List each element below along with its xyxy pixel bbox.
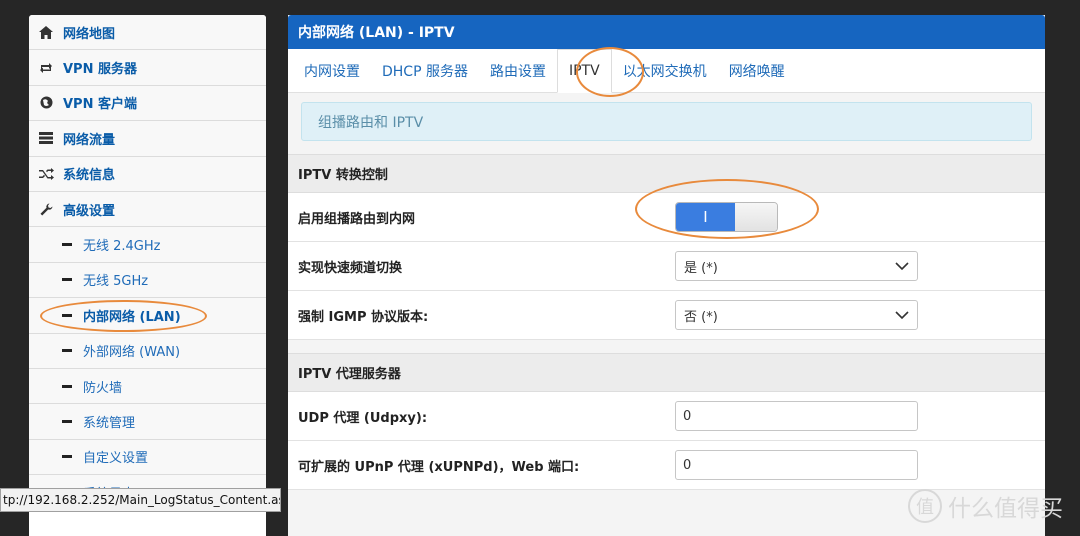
sidebar-item-label: 网络地图: [63, 26, 116, 42]
dash-icon: [62, 313, 72, 317]
sidebar-subitem-wireless-5[interactable]: 无线 5GHz: [29, 262, 266, 299]
sidebar-subitem-lan[interactable]: 内部网络 (LAN): [29, 298, 266, 334]
shuffle-icon: [29, 167, 63, 180]
row-multicast-routing: 启用组播路由到内网 I: [288, 193, 1045, 242]
select-value: 是 (*): [684, 260, 718, 276]
tab-wol[interactable]: 网络唤醒: [718, 49, 796, 93]
toggle-on-indicator: I: [676, 203, 735, 231]
sidebar-subitem-custom[interactable]: 自定义设置: [29, 439, 266, 476]
sidebar-subitem-label: 外部网络 (WAN): [83, 345, 181, 361]
row-label: 实现快速频道切换: [298, 260, 403, 276]
sidebar-item-network-map[interactable]: 网络地图: [29, 15, 266, 51]
sidebar-item-label: VPN 客户端: [63, 97, 137, 113]
tab-dhcp[interactable]: DHCP 服务器: [371, 49, 479, 93]
sidebar-item-label: 系统信息: [63, 168, 116, 184]
watermark-logo: 值: [908, 489, 942, 523]
section-title-iptv-proxy: IPTV 代理服务器: [288, 353, 1045, 392]
toggle-off-part: [735, 203, 777, 231]
sidebar-subitem-admin[interactable]: 系统管理: [29, 404, 266, 440]
select-value: 否 (*): [684, 309, 718, 325]
sidebar-item-label: 网络流量: [63, 132, 116, 148]
tab-bar: 内网设置 DHCP 服务器 路由设置 IPTV 以太网交换机 网络唤醒: [288, 48, 1045, 93]
tab-switch[interactable]: 以太网交换机: [612, 49, 718, 93]
sidebar-subitem-label: 自定义设置: [83, 451, 149, 467]
row-label: 启用组播路由到内网: [298, 211, 416, 227]
sidebar-item-traffic[interactable]: 网络流量: [29, 121, 266, 157]
sidebar-subitem-wan[interactable]: 外部网络 (WAN): [29, 333, 266, 369]
sidebar-subitem-label: 无线 2.4GHz: [83, 239, 161, 255]
row-fast-leave: 实现快速频道切换 是 (*): [288, 242, 1045, 291]
sidebar-item-label: 高级设置: [63, 203, 116, 219]
page-title: 内部网络 (LAN) - IPTV: [288, 15, 1045, 49]
sidebar-subitem-firewall[interactable]: 防火墙: [29, 368, 266, 405]
traffic-icon: [29, 132, 63, 145]
sidebar-item-vpn-client[interactable]: VPN 客户端: [29, 85, 266, 122]
watermark-text: 什么值得买: [948, 496, 1063, 522]
sidebar-item-system-info[interactable]: 系统信息: [29, 156, 266, 192]
dash-icon: [62, 455, 72, 459]
row-igmp-version: 强制 IGMP 协议版本: 否 (*): [288, 291, 1045, 340]
dash-icon: [62, 419, 72, 423]
sidebar-subitem-label: 无线 5GHz: [83, 274, 149, 290]
section-title-iptv-control: IPTV 转换控制: [288, 154, 1045, 193]
chevron-down-icon: [895, 308, 909, 326]
sidebar-subitem-wireless-24[interactable]: 无线 2.4GHz: [29, 227, 266, 263]
row-label: UDP 代理 (Udpxy):: [298, 410, 428, 426]
xupnpd-port-input[interactable]: 0: [675, 450, 918, 480]
row-xupnpd: 可扩展的 UPnP 代理 (xUPNPd)，Web 端口: 0: [288, 441, 1045, 490]
sidebar-subitem-label: 防火墙: [83, 380, 123, 396]
watermark: 值 什么值得买: [908, 489, 1063, 523]
igmp-version-select[interactable]: 否 (*): [675, 300, 918, 330]
udpxy-port-input[interactable]: 0: [675, 401, 918, 431]
row-label: 强制 IGMP 协议版本:: [298, 309, 429, 325]
status-bar-url: tp://192.168.2.252/Main_LogStatus_Conten…: [0, 488, 281, 512]
multicast-routing-toggle[interactable]: I: [675, 202, 778, 232]
chevron-down-icon: [895, 259, 909, 277]
tab-routing[interactable]: 路由设置: [479, 49, 557, 93]
row-label: 可扩展的 UPnP 代理 (xUPNPd)，Web 端口:: [298, 459, 580, 475]
sidebar-subitem-label: 内部网络 (LAN): [83, 309, 181, 325]
home-icon: [29, 25, 63, 39]
dash-icon: [62, 243, 72, 247]
sidebar-item-advanced[interactable]: 高级设置: [29, 191, 266, 228]
wrench-icon: [29, 203, 63, 216]
dash-icon: [62, 384, 72, 388]
info-banner: 组播路由和 IPTV: [301, 102, 1032, 141]
vpn-server-icon: [29, 62, 63, 74]
tab-iptv[interactable]: IPTV: [556, 48, 612, 93]
section-gap: [288, 340, 1045, 353]
sidebar-subitem-label: 系统管理: [83, 415, 136, 431]
sidebar-item-label: VPN 服务器: [63, 62, 137, 78]
tab-lan-settings[interactable]: 内网设置: [293, 49, 371, 93]
row-udpxy: UDP 代理 (Udpxy): 0: [288, 392, 1045, 441]
globe-icon: [29, 96, 63, 109]
dash-icon: [62, 278, 72, 282]
sidebar-item-vpn-server[interactable]: VPN 服务器: [29, 50, 266, 86]
dash-icon: [62, 349, 72, 353]
main-panel: 内部网络 (LAN) - IPTV 内网设置 DHCP 服务器 路由设置 IPT…: [288, 15, 1045, 536]
sidebar: 网络地图 VPN 服务器 VPN 客户端 网络流量 系统信息 高级设置 无线 2…: [29, 15, 266, 536]
fast-leave-select[interactable]: 是 (*): [675, 251, 918, 281]
